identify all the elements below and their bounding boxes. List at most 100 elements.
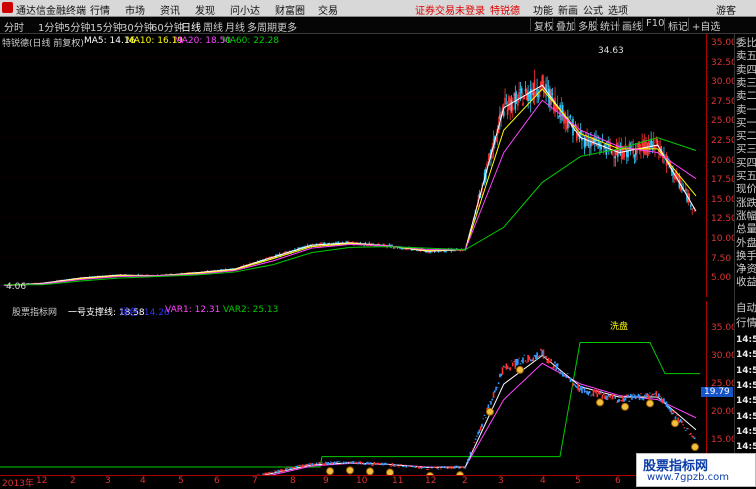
menu-news[interactable]: 资讯: [160, 2, 180, 17]
indicator-bar: [440, 469, 442, 470]
tab-daily[interactable]: 日线: [181, 19, 201, 34]
tab-5min[interactable]: 5分钟: [64, 19, 90, 34]
indicator-bar: [595, 390, 597, 394]
indicator-axis-tick: 20.00: [711, 407, 737, 417]
menu-formula[interactable]: 公式: [583, 2, 603, 17]
indicator-bar: [397, 465, 399, 466]
add-watchlist-button[interactable]: +自选: [688, 18, 720, 31]
menu-trade[interactable]: 交易: [318, 2, 338, 17]
indicator-bar: [650, 395, 652, 396]
tick-time: 14:5: [736, 365, 756, 378]
var1-label: VAR1: 12.31: [165, 305, 220, 315]
indicator-bar: [629, 401, 631, 402]
candle-body: [690, 205, 692, 207]
auto-label[interactable]: 自动: [736, 302, 756, 315]
tab-1min[interactable]: 1分钟: [38, 19, 64, 34]
date-tick: 4: [540, 476, 546, 486]
indicator-bar: [403, 466, 405, 467]
date-tick: 2: [462, 476, 468, 486]
watermark-logo: 股票指标网 www.7gpzb.com: [636, 453, 756, 487]
price-chart-panel[interactable]: 特锐德(日线 前复权) MA5: 14.16 MA10: 16.19 MA20:…: [0, 34, 706, 297]
price-axis-tick: 10.00: [711, 234, 737, 244]
price-axis-tick: 20.00: [711, 156, 737, 166]
tab-30min[interactable]: 30分钟: [121, 19, 154, 34]
indicator-bar: [567, 373, 569, 374]
quote-field-label: 卖五: [736, 50, 756, 63]
menu-wealth[interactable]: 财富圈: [275, 2, 305, 17]
candle-body: [600, 147, 602, 150]
indicator-bar: [497, 387, 499, 388]
adjust-button[interactable]: 复权: [530, 18, 554, 31]
tick-time: 14:5: [736, 380, 756, 393]
menu-market[interactable]: 市场: [125, 2, 145, 17]
indicator-bar: [518, 358, 520, 359]
tab-more[interactable]: 更多: [277, 19, 297, 34]
candle-body: [345, 242, 347, 243]
date-tick: 5: [575, 476, 581, 486]
mark-button[interactable]: 标记: [664, 18, 688, 31]
menu-discover[interactable]: 发现: [195, 2, 215, 17]
indicator-bar: [491, 399, 493, 401]
indicator-bar: [411, 465, 413, 466]
menu-new-draw[interactable]: 新画: [558, 2, 578, 17]
indicator-bar: [339, 462, 341, 463]
indicator-bar: [557, 363, 559, 366]
indicator-panel[interactable]: 股票指标网 一号支撑线: 18.58 绿色: 14.26 VAR1: 12.31…: [0, 301, 706, 475]
indicator-bar: [581, 386, 583, 393]
menu-function[interactable]: 功能: [533, 2, 553, 17]
indicator-bar: [532, 357, 534, 361]
indicator-bar: [509, 367, 511, 370]
tab-intraday[interactable]: 分时: [4, 19, 24, 34]
tab-15min[interactable]: 15分钟: [90, 19, 123, 34]
candle-body: [523, 96, 525, 99]
money-bag-icon: [597, 399, 604, 406]
price-axis-tick: 25.00: [711, 116, 737, 126]
menu-ask[interactable]: 问小达: [230, 2, 260, 17]
candle-body: [407, 249, 409, 250]
indicator-bar: [476, 436, 478, 437]
indicator-bar: [625, 397, 627, 401]
indicator-bar: [688, 428, 690, 429]
draw-line-button[interactable]: 画线: [618, 18, 642, 31]
f10-button[interactable]: F10: [642, 18, 664, 31]
money-bag-icon: [367, 468, 374, 475]
indicator-bar: [539, 355, 541, 356]
candle-body: [426, 252, 428, 253]
money-bag-icon: [692, 444, 699, 451]
price-axis-tick: 30.00: [711, 77, 737, 87]
var1-line: [4, 363, 696, 475]
indicator-bar: [681, 420, 683, 423]
date-tick: 2: [70, 476, 76, 486]
date-tick: 8: [290, 476, 296, 486]
indicator-bar: [281, 469, 283, 471]
price-chart-svg[interactable]: [0, 34, 706, 297]
indicator-bar: [481, 424, 483, 427]
tick-time: 14:5: [736, 426, 756, 439]
tab-60min[interactable]: 60分钟: [151, 19, 184, 34]
candle-body: [439, 251, 441, 252]
indicator-bar: [682, 424, 684, 425]
multi-stock-button[interactable]: 多股: [574, 18, 598, 31]
guest-label[interactable]: 游客: [716, 2, 736, 17]
indicator-bar: [648, 394, 650, 399]
overlay-button[interactable]: 叠加: [552, 18, 576, 31]
indicator-bar: [558, 370, 560, 371]
menu-quotes[interactable]: 行情: [90, 2, 110, 17]
indicator-bar: [493, 392, 495, 398]
indicator-bar: [485, 417, 487, 418]
indicator-chart-svg[interactable]: [0, 301, 706, 475]
indicator-bar: [548, 358, 550, 364]
login-alert[interactable]: 证券交易未登录: [415, 2, 485, 17]
stats-button[interactable]: 统计: [596, 18, 620, 31]
indicator-bar: [520, 363, 522, 364]
candle-body: [623, 152, 625, 157]
tab-weekly[interactable]: 周线: [203, 19, 223, 34]
tab-multi-period[interactable]: 多周期: [247, 19, 277, 34]
candle-body: [552, 93, 554, 94]
date-tick: 12: [36, 476, 47, 486]
indicator-bar: [657, 398, 659, 399]
quote-label[interactable]: 行情: [736, 317, 756, 330]
tab-monthly[interactable]: 月线: [225, 19, 245, 34]
menu-options[interactable]: 选项: [608, 2, 628, 17]
indicator-bar: [272, 472, 274, 473]
